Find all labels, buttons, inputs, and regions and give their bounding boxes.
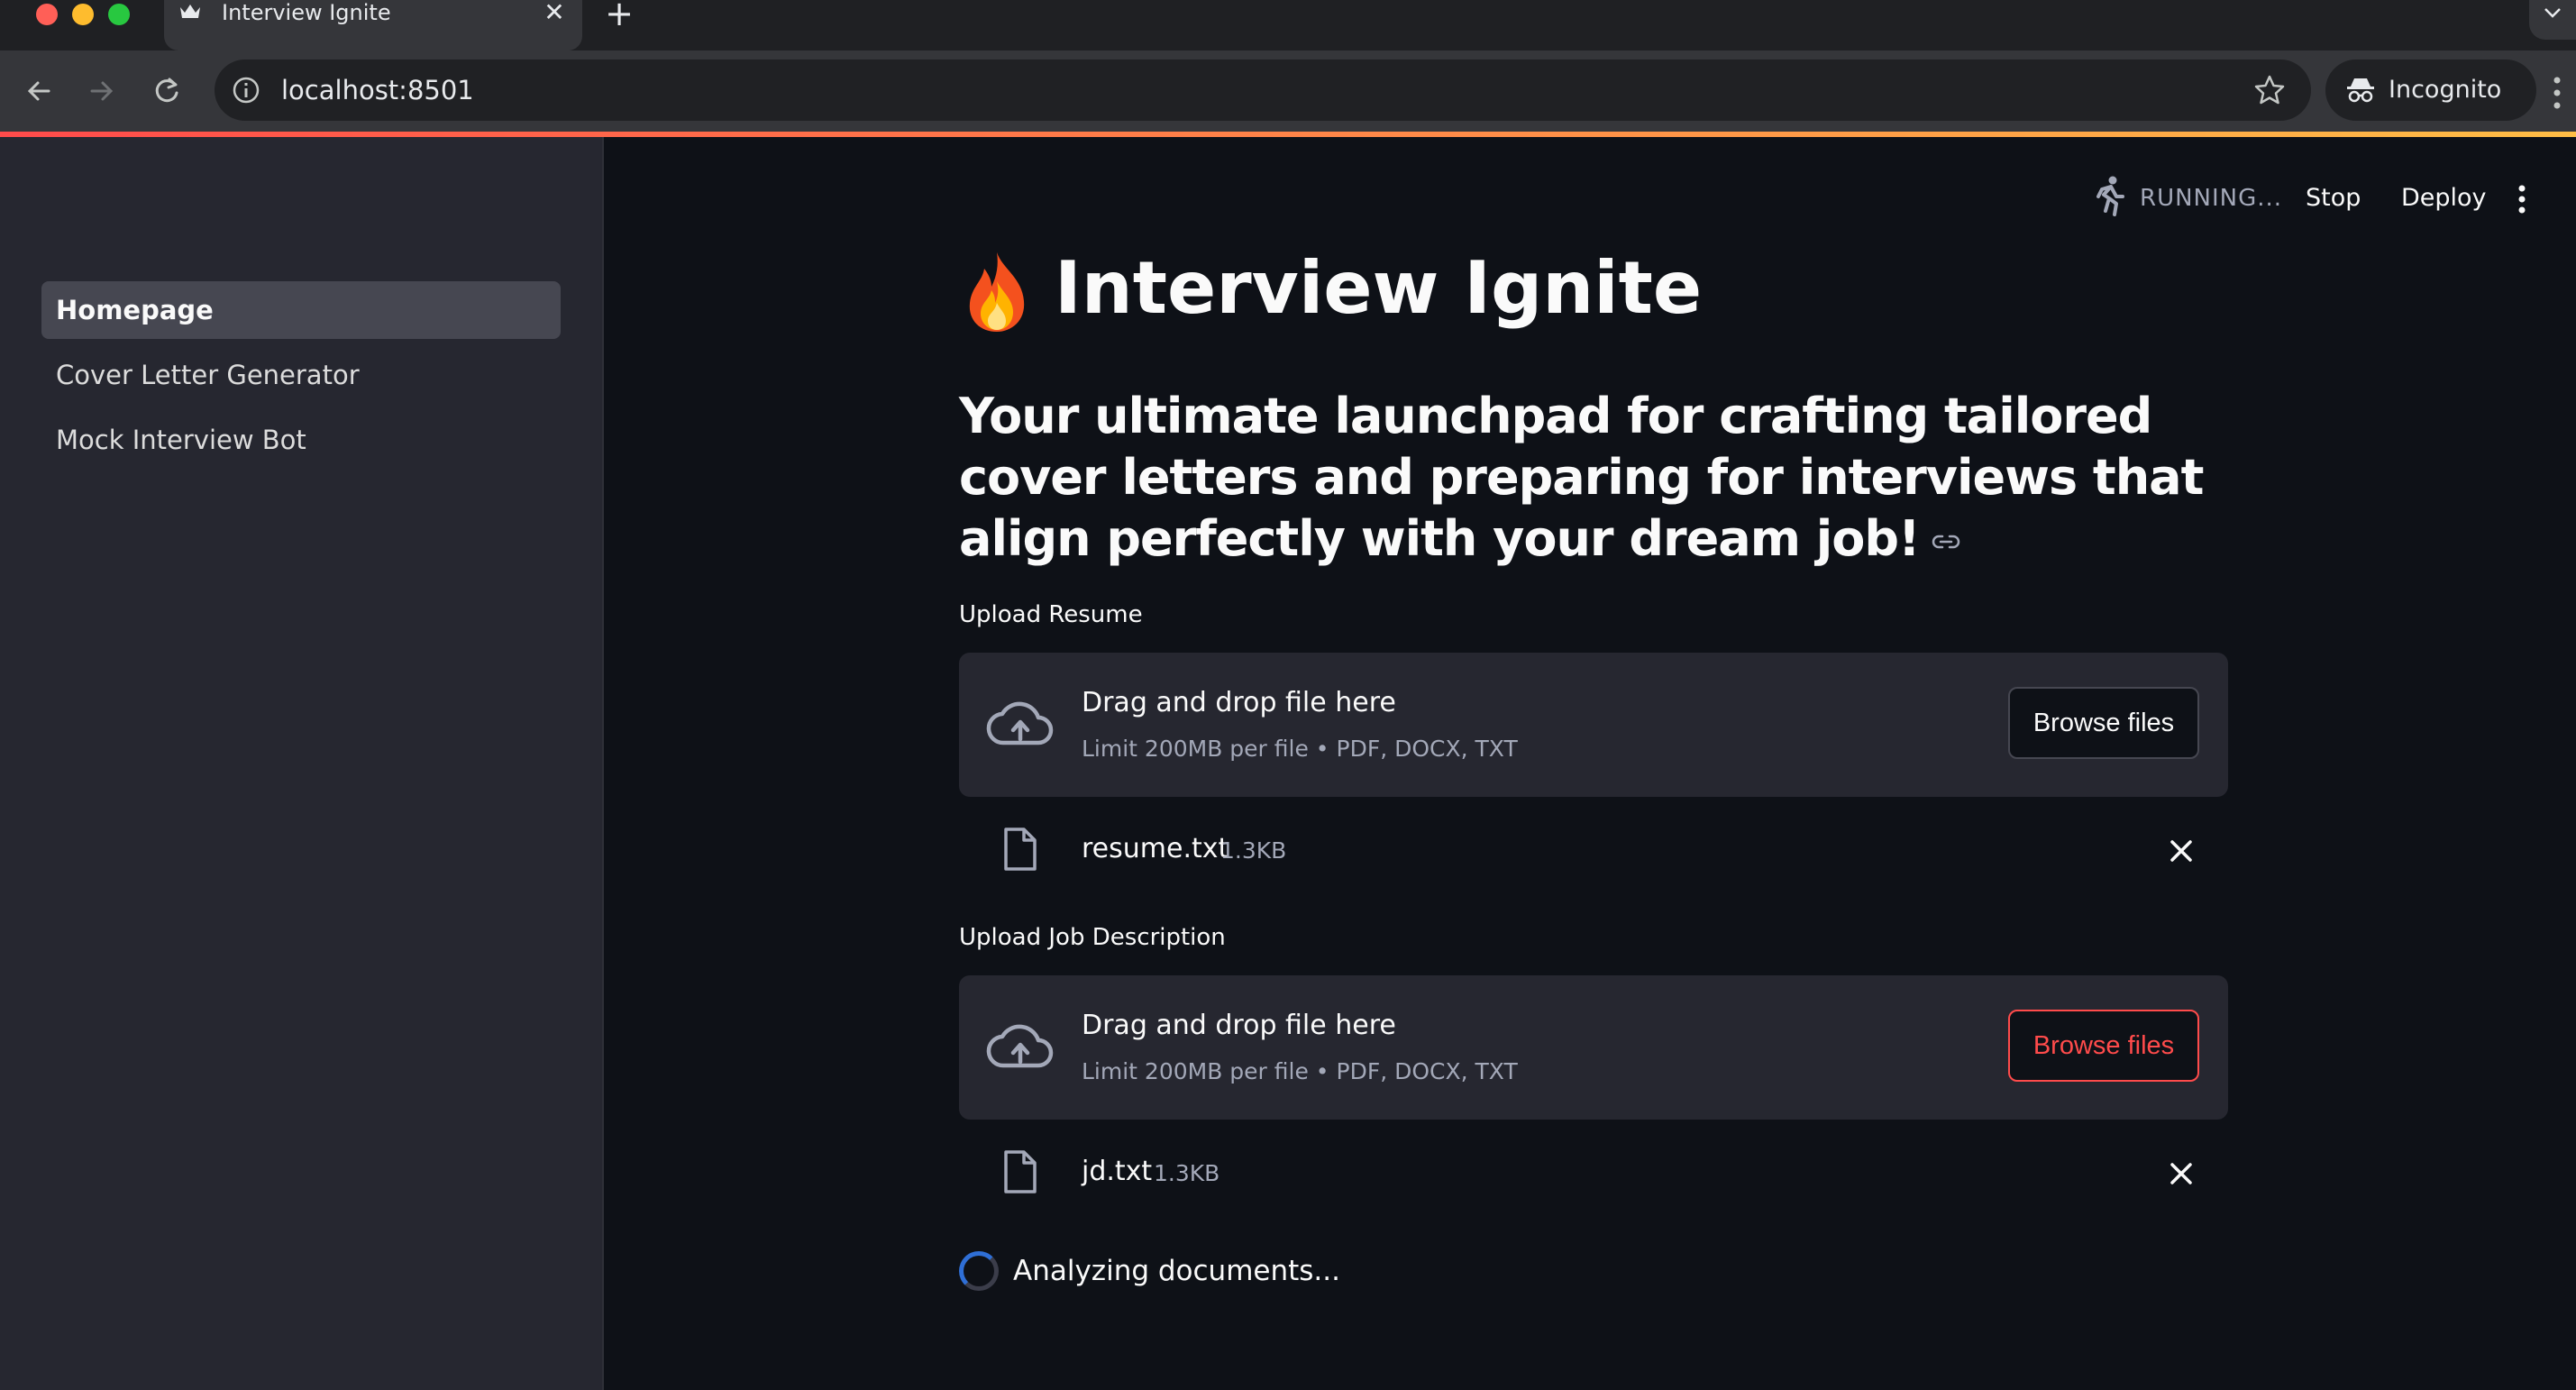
forward-arrow-icon[interactable] — [83, 72, 121, 110]
uploaded-file-size: 1.3KB — [1154, 1160, 1220, 1186]
browser-tab-strip: Interview Ignite ✕ + — [0, 0, 2576, 50]
file-icon — [1004, 1150, 1037, 1193]
anchor-link-icon[interactable] — [1931, 533, 1961, 551]
cloud-upload-icon — [986, 1024, 1054, 1068]
uploaded-file-row: jd.txt 1.3KB — [959, 1141, 2228, 1204]
back-arrow-icon[interactable] — [20, 72, 58, 110]
address-bar[interactable]: localhost:8501 — [215, 59, 2311, 121]
close-window-button[interactable] — [36, 4, 58, 25]
page-title: Interview Ignite — [1055, 246, 1703, 330]
dropzone-limit: Limit 200MB per file • PDF, DOCX, TXT — [1082, 1058, 1518, 1084]
uploaded-file-row: resume.txt 1.3KB — [959, 818, 2228, 882]
new-tab-button[interactable]: + — [604, 0, 635, 31]
subheading-text: Your ultimate launchpad for crafting tai… — [959, 388, 2204, 567]
file-icon — [1004, 828, 1037, 871]
sidebar: Homepage Cover Letter Generator Mock Int… — [0, 137, 604, 1390]
dropzone-instructions: Drag and drop file here — [1082, 1010, 1396, 1041]
job-description-upload-label: Upload Job Description — [959, 924, 1226, 951]
page-subheading: Your ultimate launchpad for crafting tai… — [959, 386, 2239, 570]
page-header: Interview Ignite — [959, 243, 2221, 334]
uploaded-file-name: resume.txt — [1082, 833, 1229, 864]
dropzone-instructions: Drag and drop file here — [1082, 687, 1396, 718]
browse-files-button[interactable]: Browse files — [2008, 687, 2199, 759]
sidebar-item-homepage[interactable]: Homepage — [41, 281, 561, 339]
tab-close-icon[interactable]: ✕ — [541, 0, 568, 27]
deploy-button[interactable]: Deploy — [2401, 182, 2487, 215]
sidebar-item-mock-interview-bot[interactable]: Mock Interview Bot — [41, 411, 561, 469]
main-menu-icon[interactable] — [2515, 184, 2529, 215]
main-content: RUNNING... Stop Deploy Interview Ignite … — [604, 137, 2576, 1390]
remove-file-icon[interactable] — [2169, 1161, 2194, 1186]
uploaded-file-size: 1.3KB — [1220, 837, 1287, 864]
dropzone-limit: Limit 200MB per file • PDF, DOCX, TXT — [1082, 736, 1518, 762]
uploaded-file-name: jd.txt — [1082, 1156, 1153, 1187]
browser-tab[interactable]: Interview Ignite ✕ — [164, 0, 582, 50]
remove-file-icon[interactable] — [2169, 838, 2194, 864]
incognito-icon — [2347, 78, 2374, 103]
reload-icon[interactable] — [148, 72, 186, 110]
tab-search-button[interactable] — [2529, 0, 2576, 40]
cloud-upload-icon — [986, 701, 1054, 745]
running-man-icon — [2096, 176, 2124, 216]
maximize-window-button[interactable] — [108, 4, 130, 25]
stop-button[interactable]: Stop — [2306, 182, 2361, 215]
tab-title: Interview Ignite — [222, 0, 391, 25]
fire-icon — [969, 252, 1025, 332]
minimize-window-button[interactable] — [72, 4, 94, 25]
crown-icon — [180, 5, 200, 18]
browser-menu-icon[interactable] — [2544, 70, 2571, 115]
sidebar-item-cover-letter-generator[interactable]: Cover Letter Generator — [41, 346, 561, 404]
resume-upload-label: Upload Resume — [959, 601, 1143, 628]
site-info-icon[interactable] — [231, 75, 261, 105]
incognito-label: Incognito — [2389, 76, 2502, 104]
bookmark-star-icon[interactable] — [2252, 72, 2288, 108]
running-status-label: RUNNING... — [2140, 185, 2283, 212]
browse-files-button[interactable]: Browse files — [2008, 1010, 2199, 1082]
incognito-indicator[interactable]: Incognito — [2325, 59, 2536, 121]
analysis-spinner: Analyzing documents... — [959, 1249, 1680, 1294]
url-text[interactable]: localhost:8501 — [281, 74, 474, 106]
job-description-dropzone[interactable]: Drag and drop file here Limit 200MB per … — [959, 975, 2228, 1120]
browser-toolbar: localhost:8501 Incognito — [0, 50, 2576, 133]
spinner-text: Analyzing documents... — [1013, 1255, 1340, 1287]
spinner-icon — [959, 1251, 999, 1291]
resume-dropzone[interactable]: Drag and drop file here Limit 200MB per … — [959, 653, 2228, 797]
chevron-down-icon — [2544, 8, 2561, 18]
